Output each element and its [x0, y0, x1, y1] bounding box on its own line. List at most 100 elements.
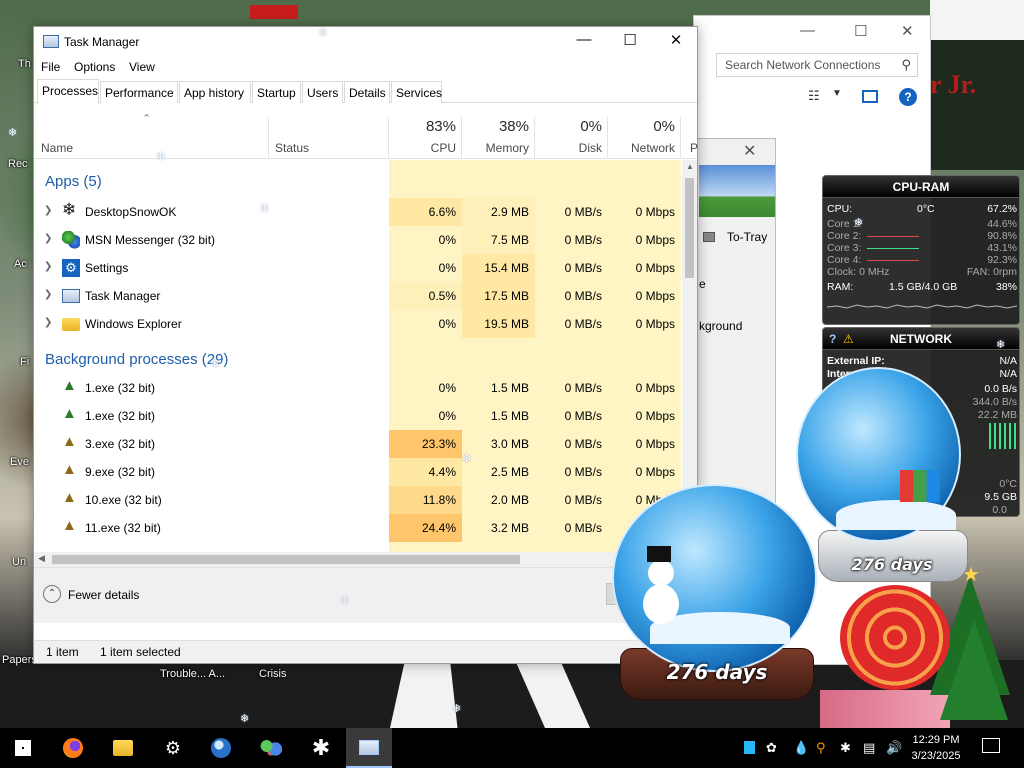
settings-taskbar-button[interactable]: ⚙ — [150, 728, 196, 768]
chevron-down-icon[interactable]: ▼ — [832, 88, 842, 99]
tab-services[interactable]: Services — [391, 81, 442, 103]
start-button[interactable] — [0, 728, 46, 768]
group-background-processes[interactable]: Background processes (29) — [45, 351, 228, 368]
menu-view[interactable]: View — [129, 60, 155, 74]
column-cpu[interactable]: CPU — [390, 141, 456, 155]
scroll-left-icon[interactable]: ◀ — [38, 553, 45, 564]
scrollbar-thumb[interactable] — [685, 178, 694, 278]
close-icon[interactable]: ✕ — [901, 22, 914, 40]
column-separator[interactable] — [388, 117, 389, 159]
volume-icon[interactable]: 🔊 — [886, 740, 902, 756]
minimize-button[interactable]: — — [561, 31, 607, 48]
tab-users[interactable]: Users — [302, 81, 343, 103]
tray-snowflake-icon[interactable]: ✱ — [840, 740, 851, 756]
table-row[interactable]: ❯ Task Manager 0.5% 17.5 MB 0 MB/s 0 Mbp… — [34, 282, 681, 310]
tab-processes[interactable]: Processes — [37, 79, 99, 104]
view-options-icon[interactable]: ☷ — [808, 88, 820, 104]
table-row[interactable]: ▲ 1.exe (32 bit) 0% 1.5 MB 0 MB/s 0 Mbps — [34, 402, 681, 430]
expand-icon[interactable]: ❯ — [44, 233, 52, 244]
notification-center-icon[interactable] — [982, 738, 1000, 753]
column-network[interactable]: Network — [609, 141, 675, 155]
system-clock[interactable]: 12:29 PM 3/23/2025 — [905, 732, 967, 764]
close-icon[interactable]: ✕ — [743, 141, 756, 161]
column-power[interactable]: P — [690, 141, 698, 155]
desktop-icon-label[interactable]: Papers — [2, 654, 37, 666]
taskmanager-taskbar-button[interactable] — [346, 728, 392, 768]
tab-startup[interactable]: Startup — [252, 81, 301, 103]
app-taskbar-button[interactable] — [198, 728, 244, 768]
table-row[interactable]: ▲ 3.exe (32 bit) 23.3% 3.0 MB 0 MB/s 0 M… — [34, 430, 681, 458]
search-input[interactable]: Search Network Connections ⚲ — [716, 53, 918, 77]
tab-performance[interactable]: Performance — [100, 81, 178, 103]
memory-value: 2.5 MB — [490, 465, 529, 479]
table-row[interactable]: ❯ MSN Messenger (32 bit) 0% 7.5 MB 0 MB/… — [34, 226, 681, 254]
tray-msn-icon[interactable]: ✿ — [766, 740, 777, 756]
table-row[interactable]: ▲ 9.exe (32 bit) 4.4% 2.5 MB 0 MB/s 0 Mb… — [34, 458, 681, 486]
maximize-button[interactable]: ☐ — [607, 31, 653, 49]
tab-details[interactable]: Details — [344, 81, 390, 103]
column-status[interactable]: Status — [275, 141, 309, 155]
horizontal-scrollbar[interactable]: ◀ — [34, 552, 697, 567]
tray-app-icon[interactable] — [744, 741, 755, 754]
group-apps[interactable]: Apps (5) — [45, 173, 102, 190]
desktopsnow-taskbar-button[interactable]: ✱ — [298, 728, 344, 768]
close-button[interactable]: ✕ — [653, 31, 699, 49]
sort-up-icon[interactable]: ⌃ — [142, 112, 151, 125]
network-icon[interactable]: ▤ — [863, 740, 875, 756]
desktop-icon-label[interactable]: Trouble... A... — [160, 668, 225, 680]
help-icon[interactable]: ? — [899, 88, 917, 106]
column-separator[interactable] — [461, 117, 462, 159]
column-separator[interactable] — [680, 117, 681, 159]
tray-search-icon[interactable]: ⚲ — [816, 740, 826, 756]
scroll-up-icon[interactable]: ▲ — [686, 162, 694, 171]
table-row[interactable]: ▲ 10.exe (32 bit) 11.8% 2.0 MB 0 MB/s 0 … — [34, 486, 681, 514]
table-row[interactable]: ▲ 11.exe (32 bit) 24.4% 3.2 MB 0 MB/s 0 … — [34, 514, 681, 542]
desktop-icon-label[interactable]: Ac — [14, 258, 27, 270]
column-name[interactable]: Name — [41, 141, 73, 155]
tab-app-history[interactable]: App history — [179, 81, 251, 103]
maximize-icon[interactable]: ☐ — [854, 22, 867, 40]
table-row[interactable]: ❯ ❄ DesktopSnowOK 6.6% 2.9 MB 0 MB/s 0 M… — [34, 198, 681, 226]
expand-icon[interactable]: ❯ — [44, 317, 52, 328]
column-separator[interactable] — [268, 117, 269, 159]
preview-pane-icon[interactable] — [862, 90, 878, 103]
desktop-icon-label[interactable]: Un — [12, 556, 26, 568]
column-separator[interactable] — [534, 117, 535, 159]
expand-icon[interactable]: ❯ — [44, 205, 52, 216]
table-row[interactable]: ❯ Windows Explorer 0% 19.5 MB 0 MB/s 0 M… — [34, 310, 681, 338]
desktop-icon-label[interactable]: Fi — [20, 356, 29, 368]
explorer-taskbar-button[interactable] — [100, 728, 146, 768]
column-disk[interactable]: Disk — [536, 141, 602, 155]
minimize-icon[interactable]: — — [800, 22, 815, 39]
to-tray-button[interactable]: To-Tray — [699, 227, 773, 249]
tray-drop-icon[interactable]: 💧 — [793, 740, 809, 756]
desktop-icon-label[interactable]: Rec — [8, 158, 28, 170]
disk-total[interactable]: 0% — [536, 118, 602, 135]
firefox-taskbar-button[interactable] — [50, 728, 96, 768]
fewer-details-link[interactable]: Fewer details — [68, 588, 139, 602]
help-icon[interactable]: ? — [829, 328, 836, 350]
column-separator[interactable] — [607, 117, 608, 159]
scrollbar-thumb[interactable] — [52, 555, 520, 564]
process-list[interactable]: Apps (5) ❯ ❄ DesktopSnowOK 6.6% 2.9 MB 0… — [34, 160, 681, 552]
menu-file[interactable]: File — [41, 60, 60, 74]
desktop-icon-label[interactable]: Eve — [10, 456, 29, 468]
cpu-ram-gadget[interactable]: CPU-RAM CPU: 0°C 67.2% Core 1: 44.6% Cor… — [822, 175, 1020, 325]
memory-total[interactable]: 38% — [463, 118, 529, 135]
expand-icon[interactable]: ❯ — [44, 261, 52, 272]
explorer-titlebar[interactable]: — ☐ ✕ — [694, 16, 930, 48]
desktop-icon-label[interactable]: Crisis — [259, 668, 287, 680]
chevron-up-icon[interactable]: ⌃ — [43, 585, 61, 603]
cpu-total[interactable]: 83% — [390, 118, 456, 135]
titlebar[interactable]: Task Manager — ☐ ✕ — [34, 27, 697, 57]
table-row[interactable]: ▲ 1.exe (32 bit) 0% 1.5 MB 0 MB/s 0 Mbps — [34, 374, 681, 402]
task-manager-window[interactable]: Task Manager — ☐ ✕ File Options View Pro… — [33, 26, 698, 664]
desktop-icon-label[interactable]: Th — [18, 58, 31, 70]
cpu-value: 23.3% — [421, 437, 456, 451]
menu-options[interactable]: Options — [74, 60, 115, 74]
network-total[interactable]: 0% — [609, 118, 675, 135]
msn-taskbar-button[interactable] — [248, 728, 294, 768]
table-row[interactable]: ❯ ⚙ Settings 0% 15.4 MB 0 MB/s 0 Mbps — [34, 254, 681, 282]
column-memory[interactable]: Memory — [463, 141, 529, 155]
expand-icon[interactable]: ❯ — [44, 289, 52, 300]
